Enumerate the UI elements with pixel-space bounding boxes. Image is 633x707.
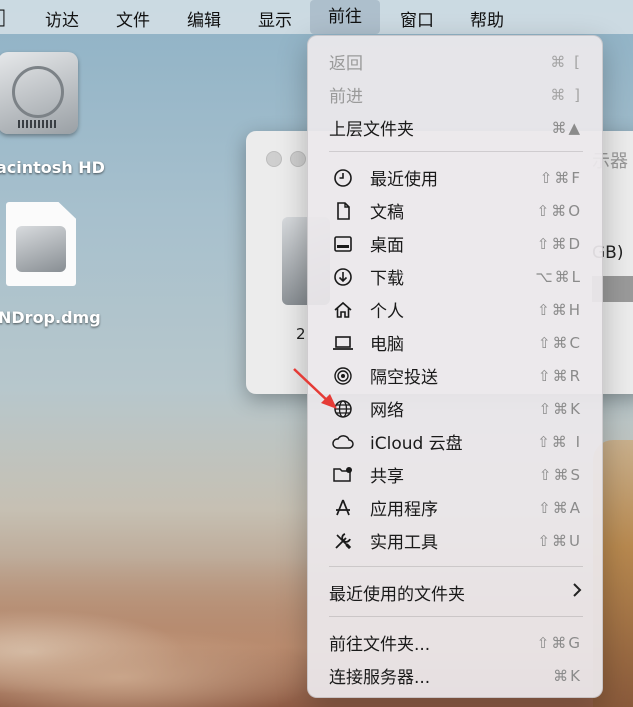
menu-item-icloud-drive[interactable]: iCloud 云盘 ⇧⌘ I bbox=[308, 425, 604, 458]
menu-file[interactable]: 文件 bbox=[116, 6, 150, 31]
dmg-file-icon bbox=[6, 202, 76, 286]
menu-item-back[interactable]: 返回 ⌘ [ bbox=[308, 45, 604, 78]
menu-item-enclosing-folder[interactable]: 上层文件夹 ⌘▲ bbox=[308, 111, 604, 144]
desktop-dmg-label: NDrop.dmg bbox=[0, 308, 101, 327]
item-label: 2 bbox=[296, 325, 306, 343]
menu-item-downloads[interactable]: 下载 ⌥⌘L bbox=[308, 260, 604, 293]
menu-separator bbox=[329, 151, 583, 152]
desktop-icon bbox=[332, 233, 354, 255]
menu-item-desktop[interactable]: 桌面 ⇧⌘D bbox=[308, 227, 604, 260]
menu-window[interactable]: 窗口 bbox=[400, 6, 434, 31]
annotation-arrow-icon bbox=[293, 368, 337, 409]
menu-item-documents[interactable]: 文稿 ⇧⌘O bbox=[308, 194, 604, 227]
minimize-button[interactable] bbox=[290, 151, 306, 167]
apple-logo-icon[interactable]:  bbox=[0, 6, 5, 28]
menu-separator bbox=[329, 566, 583, 567]
home-icon bbox=[332, 299, 354, 321]
menu-item-airdrop[interactable]: 隔空投送 ⇧⌘R bbox=[308, 359, 604, 392]
menu-item-applications[interactable]: 应用程序 ⇧⌘A bbox=[308, 491, 604, 524]
shared-folder-icon bbox=[332, 464, 354, 486]
menu-finder[interactable]: 访达 bbox=[45, 6, 79, 31]
menu-go[interactable]: 前往 bbox=[310, 0, 380, 34]
hard-drive-icon bbox=[0, 52, 78, 134]
download-icon bbox=[332, 266, 354, 288]
go-menu: 返回 ⌘ [ 前进 ⌘ ] 上层文件夹 ⌘▲ 最近使用 ⇧⌘F 文稿 ⇧⌘O 桌… bbox=[307, 35, 603, 698]
close-button[interactable] bbox=[266, 151, 282, 167]
menu-item-recents[interactable]: 最近使用 ⇧⌘F bbox=[308, 161, 604, 194]
menu-item-recent-folders[interactable]: 最近使用的文件夹 bbox=[308, 576, 604, 609]
menu-item-connect-to-server[interactable]: 连接服务器... ⌘K bbox=[308, 659, 604, 692]
menu-view[interactable]: 显示 bbox=[258, 6, 292, 31]
menu-item-computer[interactable]: 电脑 ⇧⌘C bbox=[308, 326, 604, 359]
desktop-hard-drive[interactable] bbox=[0, 52, 78, 134]
menu-item-shared[interactable]: 共享 ⇧⌘S bbox=[308, 458, 604, 491]
menu-item-go-to-folder[interactable]: 前往文件夹... ⇧⌘G bbox=[308, 626, 604, 659]
window-controls bbox=[266, 151, 306, 167]
applications-icon bbox=[332, 497, 354, 519]
laptop-icon bbox=[332, 332, 354, 354]
cloud-icon bbox=[332, 431, 354, 453]
menu-item-utilities[interactable]: 实用工具 ⇧⌘U bbox=[308, 524, 604, 557]
clock-icon bbox=[332, 167, 354, 189]
chevron-right-icon bbox=[572, 582, 582, 603]
menu-edit[interactable]: 编辑 bbox=[187, 6, 221, 31]
utilities-icon bbox=[332, 530, 354, 552]
menu-help[interactable]: 帮助 bbox=[470, 6, 504, 31]
desktop-hard-drive-label: acintosh HD bbox=[0, 158, 105, 177]
menu-bar:  访达 文件 编辑 显示 前往 窗口 帮助 bbox=[0, 0, 633, 34]
menu-separator bbox=[329, 616, 583, 617]
menu-item-home[interactable]: 个人 ⇧⌘H bbox=[308, 293, 604, 326]
menu-item-forward[interactable]: 前进 ⌘ ] bbox=[308, 78, 604, 111]
desktop-dmg-file[interactable] bbox=[6, 202, 76, 286]
menu-item-network[interactable]: 网络 ⇧⌘K bbox=[308, 392, 604, 425]
document-icon bbox=[332, 200, 354, 222]
